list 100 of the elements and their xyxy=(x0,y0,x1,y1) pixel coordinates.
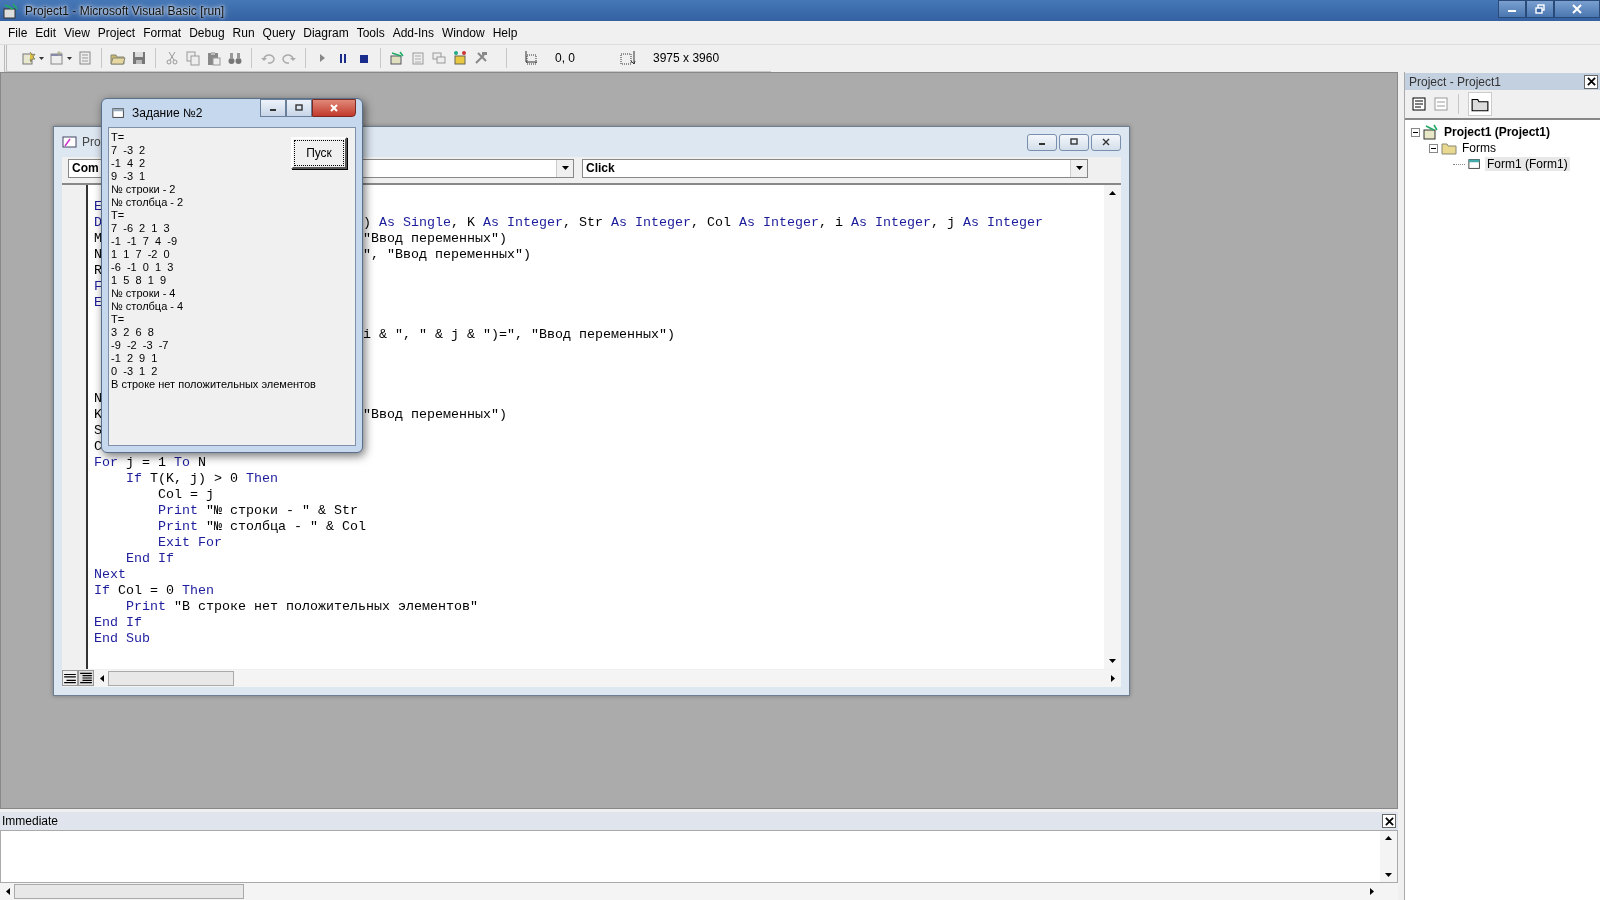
immediate-title: Immediate xyxy=(2,814,59,828)
scroll-up-icon[interactable] xyxy=(1109,191,1116,195)
menu-item[interactable]: File xyxy=(4,25,32,40)
caret-icon[interactable] xyxy=(39,56,44,60)
view-code-icon[interactable] xyxy=(1411,96,1427,112)
app-icon xyxy=(3,2,19,19)
close-icon xyxy=(1101,137,1111,147)
paste-icon[interactable] xyxy=(206,50,222,66)
toolbox-icon[interactable] xyxy=(473,50,489,66)
close-button[interactable] xyxy=(312,99,356,117)
scroll-down-icon[interactable] xyxy=(1109,659,1116,663)
close-button[interactable] xyxy=(1382,814,1396,828)
code-text: C xyxy=(94,439,102,455)
tree-item[interactable]: Forms xyxy=(1460,141,1498,155)
menu-item[interactable]: Edit xyxy=(31,25,61,40)
menu-item[interactable]: Window xyxy=(438,25,489,40)
code-text: N xyxy=(94,391,102,407)
scroll-right-icon[interactable] xyxy=(1370,888,1374,895)
code-text: ) As Single, K As Integer, Str As Integer, Col As Integer, i As Integer, j As Integer xyxy=(363,215,1043,231)
code-text: K xyxy=(94,407,102,423)
dropdown-arrow-icon xyxy=(561,166,569,170)
close-button[interactable] xyxy=(1554,0,1600,18)
code-text: F xyxy=(94,279,102,295)
scroll-thumb[interactable] xyxy=(14,884,244,899)
find-icon[interactable] xyxy=(227,50,243,66)
output-line: -1 4 2 xyxy=(111,157,146,170)
output-line: В строке нет положительных элементов xyxy=(111,378,316,391)
code-text: R xyxy=(94,263,102,279)
tree-item[interactable]: Project1 (Project1) xyxy=(1442,125,1553,139)
menu-item[interactable]: Add-Ins xyxy=(388,25,438,40)
output-line: № строки - 2 xyxy=(111,183,176,196)
code-text: "Ввод переменных") xyxy=(363,231,507,247)
output-line: -1 2 9 1 xyxy=(111,352,158,365)
output-line: 9 -3 1 xyxy=(111,170,146,183)
minimize-button[interactable] xyxy=(1498,0,1526,18)
code-text: Print "В строке нет положительных элементов" xyxy=(125,599,478,615)
menu-item[interactable]: Debug xyxy=(185,25,229,40)
menu-item[interactable]: Query xyxy=(258,25,300,40)
full-module-view-icon[interactable] xyxy=(78,670,94,686)
position-icon xyxy=(522,50,538,66)
procedure-view-icon[interactable] xyxy=(62,670,78,686)
form-title: Задание №2 xyxy=(132,106,203,120)
scroll-left-icon[interactable] xyxy=(6,888,10,895)
close-button[interactable] xyxy=(1584,74,1598,89)
code-window-icon xyxy=(62,134,78,150)
code-text: For j = 1 To N xyxy=(94,455,206,471)
tree-item[interactable]: Form1 (Form1) xyxy=(1485,157,1570,171)
maximize-icon xyxy=(294,103,304,113)
minimize-button[interactable] xyxy=(1027,133,1057,151)
code-text: E xyxy=(94,295,102,311)
code-text: D xyxy=(94,215,102,231)
menu-item[interactable]: View xyxy=(60,25,94,40)
caret-icon[interactable] xyxy=(67,56,72,60)
scroll-right-icon[interactable] xyxy=(1111,674,1115,682)
scroll-left-icon[interactable] xyxy=(100,674,104,682)
horizontal-scrollbar[interactable] xyxy=(94,669,1121,687)
code-window-title: Pro xyxy=(82,135,101,149)
project-icon xyxy=(1423,124,1439,140)
size-readout: 3975 x 3960 xyxy=(653,51,720,65)
code-text: ", "Ввод переменных") xyxy=(363,247,531,263)
code-text: Col = j xyxy=(157,487,214,503)
menu-item[interactable]: Project xyxy=(93,25,140,40)
scroll-thumb[interactable] xyxy=(108,670,234,686)
output-line: № столбца - 2 xyxy=(111,196,184,209)
menu-item[interactable]: Help xyxy=(488,25,522,40)
output-line: 3 2 6 8 xyxy=(111,326,154,339)
output-line: 0 -3 1 2 xyxy=(111,365,158,378)
menu-item[interactable]: Tools xyxy=(352,25,389,40)
folder-icon[interactable] xyxy=(1468,92,1492,116)
horizontal-scrollbar[interactable] xyxy=(0,883,1398,900)
close-button[interactable] xyxy=(1091,133,1121,151)
start-button[interactable]: Пуск xyxy=(291,137,347,169)
code-text: Exit For xyxy=(157,535,222,551)
menu-item[interactable]: Diagram xyxy=(299,25,353,40)
project-explorer-title: Project - Project1 xyxy=(1409,74,1502,89)
save-icon[interactable] xyxy=(131,50,147,66)
collapse-icon[interactable] xyxy=(1411,127,1420,137)
code-text: If Col = 0 Then xyxy=(94,583,214,599)
code-text: Print "№ столбца - " & Col xyxy=(157,519,366,535)
code-text: Print "№ строки - " & Str xyxy=(157,503,358,519)
size-icon xyxy=(620,50,636,66)
restore-button[interactable] xyxy=(1526,0,1554,18)
maximize-button[interactable] xyxy=(1059,133,1089,151)
code-text: i & ", " & j & ")=", "Ввод переменных") xyxy=(363,327,675,343)
menu-item[interactable]: Run xyxy=(228,25,259,40)
code-text: S xyxy=(94,423,102,439)
maximize-button[interactable] xyxy=(286,99,312,117)
code-text: Next xyxy=(94,567,126,583)
dropdown-arrow-icon xyxy=(1075,166,1083,170)
collapse-icon[interactable] xyxy=(1429,143,1438,153)
vertical-scrollbar[interactable] xyxy=(1104,185,1121,669)
minimize-button[interactable] xyxy=(260,99,286,117)
folder-icon xyxy=(1441,140,1457,156)
code-text: End If xyxy=(125,551,174,567)
object-browser-icon[interactable] xyxy=(452,50,468,66)
menu-item[interactable]: Format xyxy=(139,25,186,40)
output-line: № строки - 4 xyxy=(111,287,176,300)
code-text: If T(K, j) > 0 Then xyxy=(125,471,278,487)
procedure-combo[interactable]: Click xyxy=(582,158,1088,178)
project-explorer-icon[interactable] xyxy=(389,50,405,66)
